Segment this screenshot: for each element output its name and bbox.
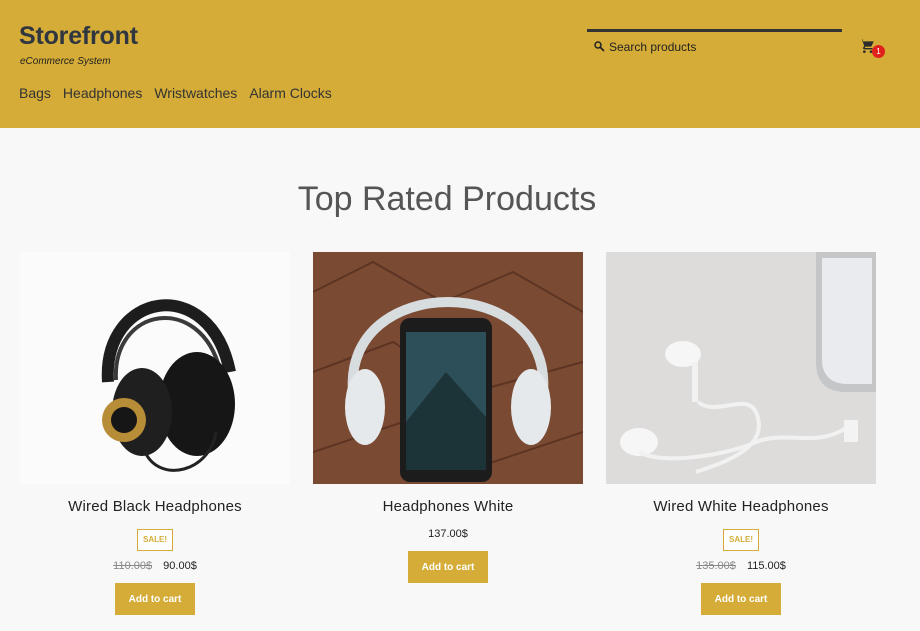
nav-item-headphones[interactable]: Headphones bbox=[63, 85, 142, 101]
product-name[interactable]: Wired Black Headphones bbox=[20, 498, 290, 515]
sale-price: 115.00$ bbox=[746, 560, 786, 572]
cart-count-badge: 1 bbox=[872, 45, 885, 58]
main-nav: Bags Headphones Wristwatches Alarm Clock… bbox=[19, 85, 332, 101]
site-header: Storefront eCommerce System Bags Headpho… bbox=[0, 0, 920, 128]
product-card: Wired Black Headphones SALE! 110.00$ 90.… bbox=[20, 252, 290, 615]
site-title[interactable]: Storefront bbox=[19, 22, 138, 51]
search-icon bbox=[594, 41, 605, 52]
section-title: Top Rated Products bbox=[297, 180, 597, 218]
product-image[interactable] bbox=[313, 252, 583, 484]
nav-item-bags[interactable]: Bags bbox=[19, 85, 51, 101]
old-price: 135.00$ bbox=[696, 560, 736, 572]
nav-item-wristwatches[interactable]: Wristwatches bbox=[154, 85, 237, 101]
product-image[interactable] bbox=[606, 252, 876, 484]
cart-button[interactable]: 1 bbox=[858, 38, 888, 60]
sale-badge: SALE! bbox=[137, 529, 173, 551]
product-card: Wired White Headphones SALE! 135.00$ 115… bbox=[606, 252, 876, 615]
add-to-cart-button[interactable]: Add to cart bbox=[701, 583, 781, 615]
nav-item-alarm-clocks[interactable]: Alarm Clocks bbox=[249, 85, 331, 101]
price: 137.00$ bbox=[428, 528, 468, 540]
sale-price: 90.00$ bbox=[163, 560, 197, 572]
price: 135.00$ 115.00$ bbox=[606, 560, 876, 572]
product-name[interactable]: Wired White Headphones bbox=[606, 498, 876, 515]
product-name[interactable]: Headphones White bbox=[313, 498, 583, 515]
price: 110.00$ 90.00$ bbox=[20, 560, 290, 572]
search-input[interactable] bbox=[609, 37, 834, 57]
search-bar bbox=[587, 29, 842, 60]
sale-badge: SALE! bbox=[723, 529, 759, 551]
old-price: 110.00$ bbox=[113, 560, 153, 572]
product-card: Headphones White 137.00$ Add to cart bbox=[313, 252, 583, 583]
add-to-cart-button[interactable]: Add to cart bbox=[408, 551, 488, 583]
site-tagline: eCommerce System bbox=[20, 56, 111, 67]
product-image[interactable] bbox=[20, 252, 290, 484]
add-to-cart-button[interactable]: Add to cart bbox=[115, 583, 195, 615]
